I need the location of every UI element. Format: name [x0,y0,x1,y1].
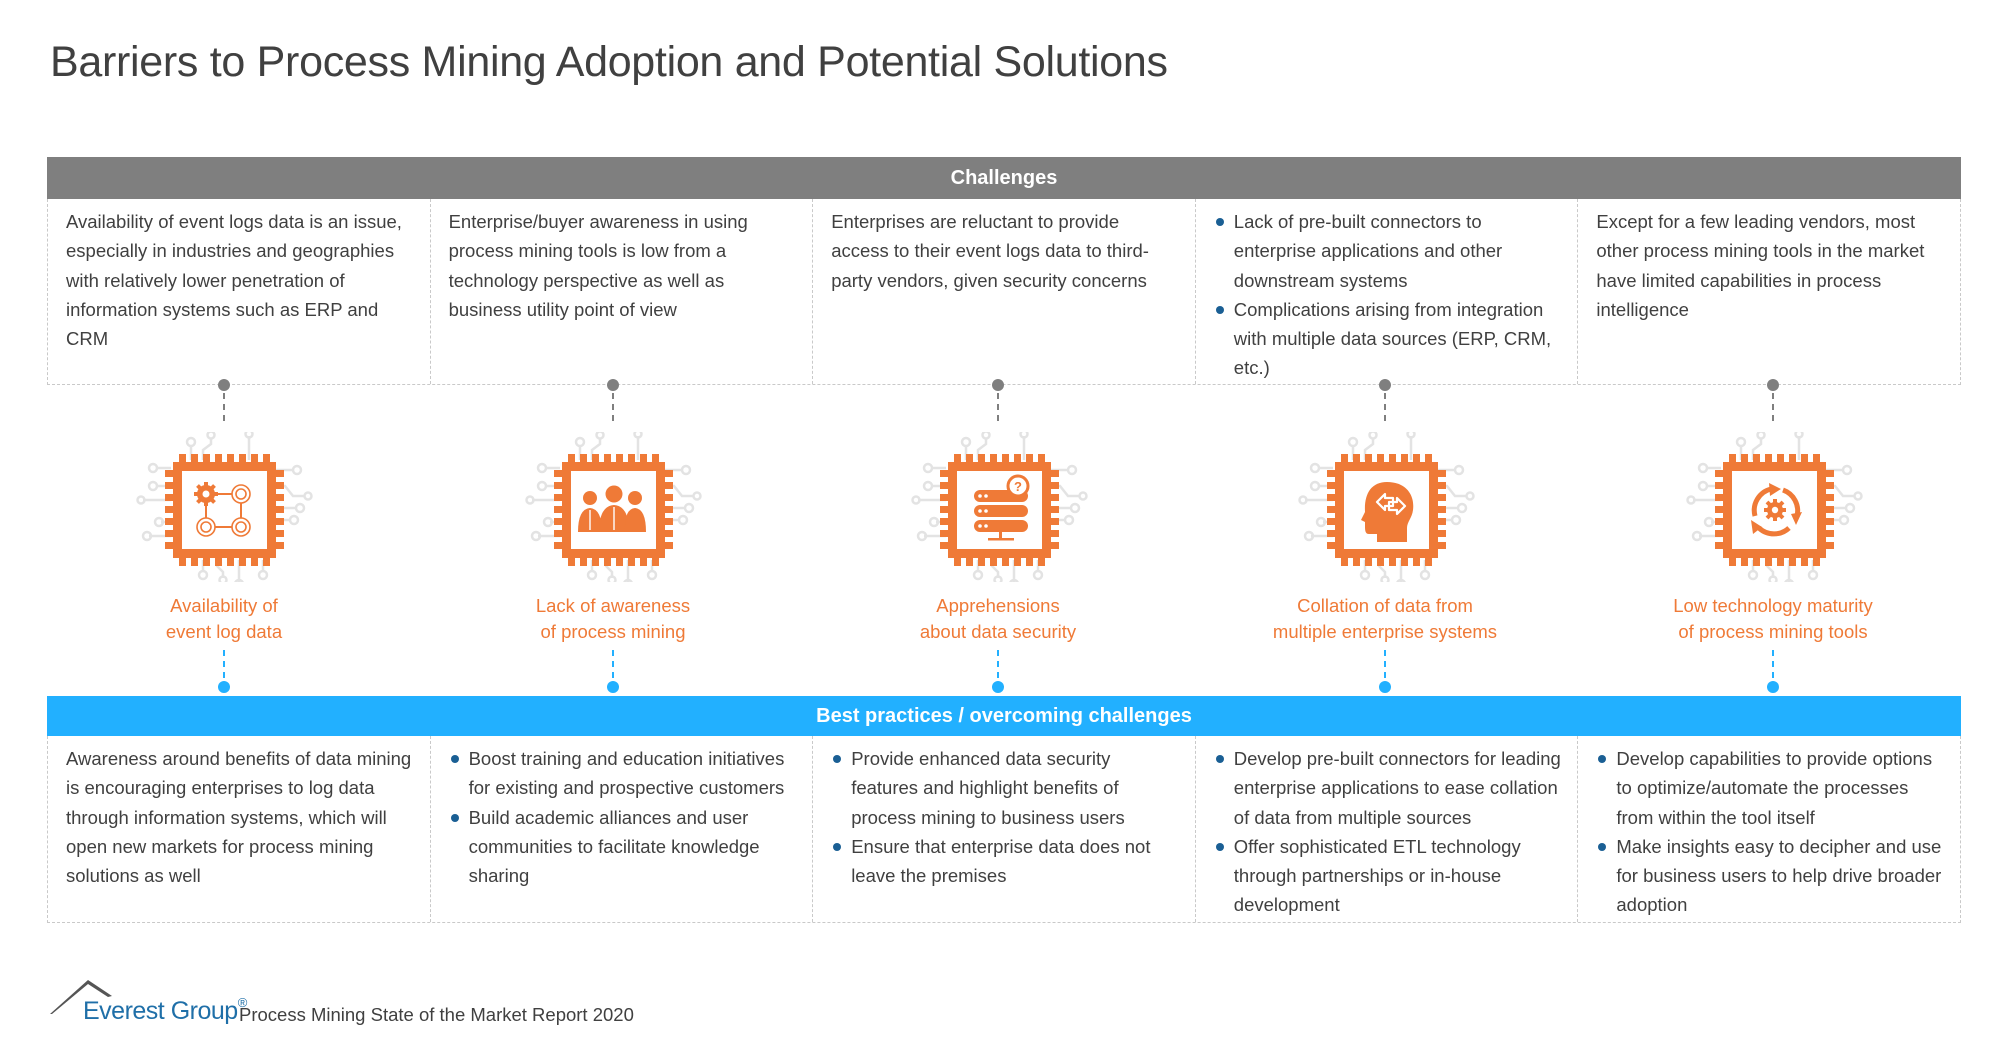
best-practice-bullets: Develop pre-built connectors for leading… [1214,744,1564,920]
connector-line [1772,393,1774,421]
barrier-label-line: Lack of awareness [535,595,691,616]
challenge-text: Availability of event logs data is an is… [66,211,402,350]
barrier-label-line: Availability of [170,595,278,616]
best-practice-bullets: Develop capabilities to provide options … [1596,744,1946,920]
barrier-label: Low technology maturity of process minin… [1623,593,1923,644]
best-practices-row: Awareness around benefits of data mining… [47,736,1961,923]
footer: Everest Group® Process Mining State of t… [50,980,750,1030]
bullet-item: Develop pre-built connectors for leading… [1214,744,1564,832]
best-practice-bullets: Boost training and education initiatives… [449,744,799,890]
bullet-item: Lack of pre-built connectors to enterpri… [1214,207,1564,295]
challenge-cell: Availability of event logs data is an is… [48,199,431,384]
barrier-label: Apprehensions about data security [848,593,1148,644]
best-practices-header: Best practices / overcoming challenges [47,696,1961,736]
best-practice-bullets: Provide enhanced data security features … [831,744,1181,890]
connector-line [1772,650,1774,678]
brand-text: Everest Group [83,997,238,1025]
connector-dot [992,379,1004,391]
chip-maturity [1683,432,1863,582]
bullet-item: Offer sophisticated ETL technology throu… [1214,832,1564,920]
barrier-label: Lack of awareness of process mining [463,593,763,644]
connector-line [612,393,614,421]
connector-dot [607,681,619,693]
challenge-cell: Enterprises are reluctant to provide acc… [813,199,1196,384]
barrier-label-line: multiple enterprise systems [1272,620,1498,642]
challenge-text: Enterprise/buyer awareness in using proc… [448,211,748,320]
bullet-item: Provide enhanced data security features … [831,744,1181,832]
head-arrows-icon [1298,432,1475,582]
gears-network-icon [136,432,313,582]
barrier-label-line: of process mining [540,620,686,642]
best-practices-header-label: Best practices / overcoming challenges [816,704,1192,727]
connector-dot [607,379,619,391]
connector-line [1384,393,1386,421]
page-title: Barriers to Process Mining Adoption and … [50,38,1168,86]
challenge-text: Except for a few leading vendors, most o… [1596,211,1925,320]
connector-dot [1379,681,1391,693]
bullet-item: Complications arising from integration w… [1214,295,1564,383]
chip-availability [133,432,313,582]
bullet-item: Ensure that enterprise data does not lea… [831,832,1181,891]
challenge-cell: Lack of pre-built connectors to enterpri… [1196,199,1579,384]
barrier-label-line: event log data [165,620,283,642]
connector-line [223,393,225,421]
barrier-label-line: about data security [919,620,1077,642]
barrier-label: Availability of event log data [74,593,374,644]
server-question-icon: ? [911,432,1088,582]
connector-line [1384,650,1386,678]
best-practice-text: Awareness around benefits of data mining… [66,748,412,887]
bullet-item: Build academic alliances and user commun… [449,803,799,891]
connector-dot [992,681,1004,693]
best-practice-cell: Develop pre-built connectors for leading… [1196,736,1579,922]
chip-security: ? [908,432,1088,582]
connector-dot [218,379,230,391]
challenge-cell: Enterprise/buyer awareness in using proc… [431,199,814,384]
challenge-cell: Except for a few leading vendors, most o… [1578,199,1960,384]
bullet-item: Develop capabilities to provide options … [1596,744,1946,832]
barrier-label-line: Collation of data from [1297,595,1473,616]
svg-text:?: ? [1014,479,1022,494]
best-practice-cell: Awareness around benefits of data mining… [48,736,431,922]
connector-dot [1767,379,1779,391]
bullet-item: Make insights easy to decipher and use f… [1596,832,1946,920]
connector-line [997,650,999,678]
barrier-label-line: Apprehensions [936,595,1060,616]
chip-collation [1295,432,1475,582]
bullet-item: Boost training and education initiatives… [449,744,799,803]
connector-dot [1767,681,1779,693]
challenges-row: Availability of event logs data is an is… [47,199,1961,385]
challenges-header: Challenges [47,157,1961,199]
challenge-bullets: Lack of pre-built connectors to enterpri… [1214,207,1564,383]
brand-name: Everest Group® [83,995,247,1026]
best-practice-cell: Boost training and education initiatives… [431,736,814,922]
people-group-icon [525,432,702,582]
connector-dot [1379,379,1391,391]
connector-line [997,393,999,421]
barrier-label-line: Low technology maturity [1673,595,1873,616]
challenges-header-label: Challenges [950,166,1058,189]
report-name: Process Mining State of the Market Repor… [239,1004,634,1025]
connector-line [223,650,225,678]
best-practice-cell: Develop capabilities to provide options … [1578,736,1960,922]
best-practice-cell: Provide enhanced data security features … [813,736,1196,922]
gear-cycle-icon [1686,432,1863,582]
barrier-label: Collation of data from multiple enterpri… [1235,593,1535,644]
barrier-label-line: of process mining tools [1678,620,1868,642]
chip-awareness [522,432,702,582]
connector-line [612,650,614,678]
challenge-text: Enterprises are reluctant to provide acc… [831,211,1149,291]
connector-dot [218,681,230,693]
